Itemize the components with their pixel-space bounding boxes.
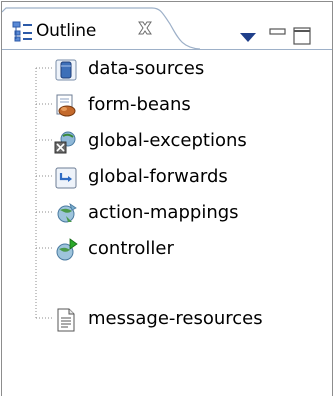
- form-bean-icon: [54, 94, 78, 118]
- tree-item-label: form-beans: [88, 94, 191, 115]
- tree-item-label: global-forwards: [88, 166, 228, 187]
- tab-outline[interactable]: Outline: [2, 2, 201, 50]
- tree-item-data-sources[interactable]: data-sources: [54, 55, 324, 83]
- tree-connector-lines: [35, 67, 52, 319]
- outline-view-icon: [12, 21, 34, 43]
- outline-view: Outline data-sources form-beans global-e…: [1, 1, 333, 396]
- tree-item-global-exceptions[interactable]: global-exceptions: [54, 127, 324, 155]
- tree-item-label: controller: [88, 238, 174, 259]
- tree-item-label: data-sources: [88, 58, 205, 79]
- view-tab-strip: Outline: [2, 2, 332, 50]
- tree-item-message-resources[interactable]: message-resources: [54, 305, 324, 333]
- tree-item-label: global-exceptions: [88, 130, 247, 151]
- global-exception-icon: [54, 130, 78, 154]
- tree-item-form-beans[interactable]: form-beans: [54, 91, 324, 119]
- tab-label: Outline: [36, 21, 97, 41]
- message-resource-icon: [54, 308, 78, 332]
- controller-icon: [54, 238, 78, 262]
- action-mapping-icon: [54, 202, 78, 226]
- view-menu-chevron-down-icon[interactable]: [237, 30, 259, 44]
- tree-item-controller[interactable]: controller: [54, 235, 324, 263]
- outline-tree: data-sources form-beans global-exception…: [2, 50, 332, 397]
- tree-item-label: message-resources: [88, 308, 263, 329]
- data-source-icon: [54, 58, 78, 82]
- maximize-icon[interactable]: [292, 26, 314, 48]
- close-icon[interactable]: [136, 19, 154, 37]
- tree-item-label: action-mappings: [88, 202, 239, 223]
- minimize-icon[interactable]: [268, 26, 288, 40]
- global-forward-icon: [54, 166, 78, 190]
- tree-item-action-mappings[interactable]: action-mappings: [54, 199, 324, 227]
- tree-item-global-forwards[interactable]: global-forwards: [54, 163, 324, 191]
